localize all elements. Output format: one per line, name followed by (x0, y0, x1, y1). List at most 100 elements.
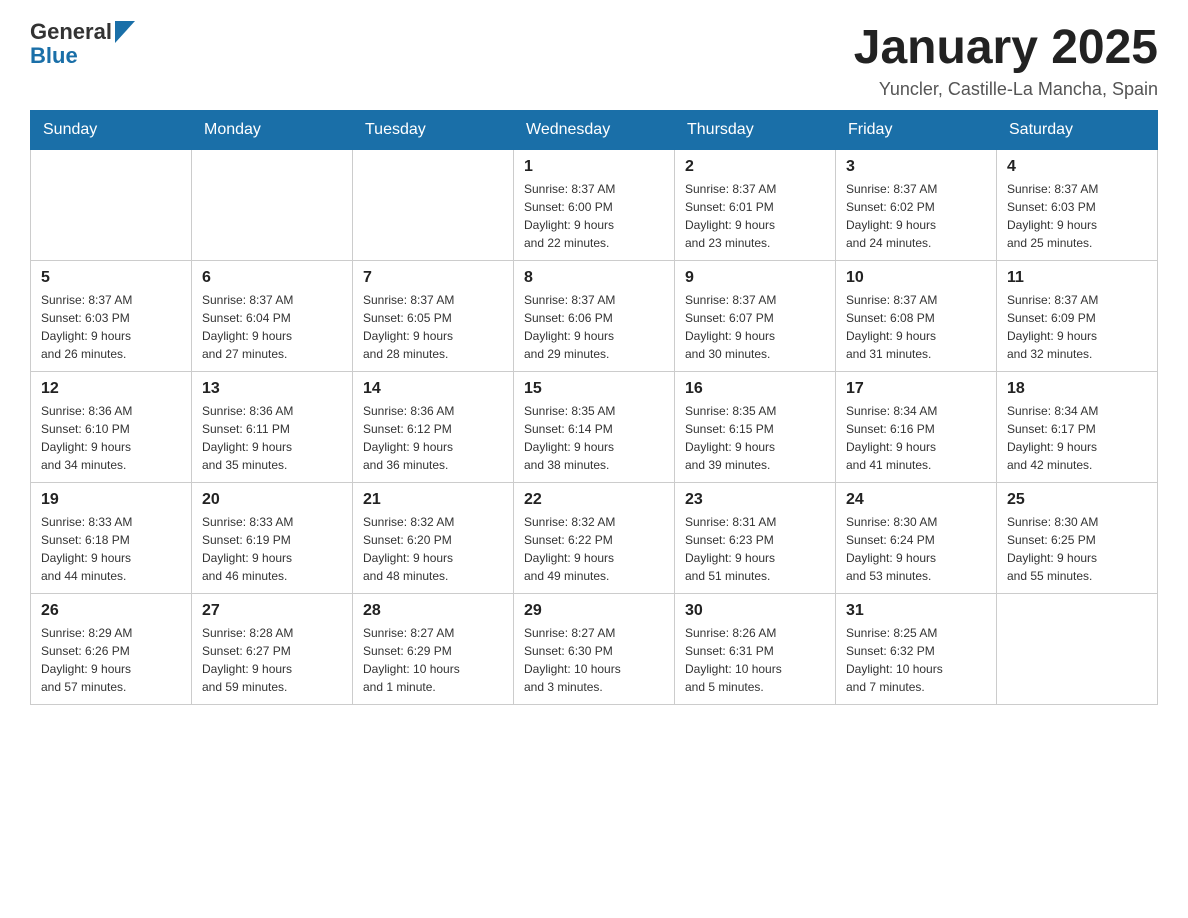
day-number: 6 (202, 269, 342, 287)
day-info: Sunrise: 8:37 AM Sunset: 6:02 PM Dayligh… (846, 180, 986, 252)
calendar-cell: 13 Sunrise: 8:36 AM Sunset: 6:11 PM Dayli… (192, 372, 353, 483)
day-number: 30 (685, 602, 825, 620)
day-info: Sunrise: 8:37 AM Sunset: 6:01 PM Dayligh… (685, 180, 825, 252)
day-number: 14 (363, 380, 503, 398)
day-info: Sunrise: 8:27 AM Sunset: 6:29 PM Dayligh… (363, 624, 503, 696)
day-info: Sunrise: 8:34 AM Sunset: 6:16 PM Dayligh… (846, 402, 986, 474)
day-number: 4 (1007, 158, 1147, 176)
logo-blue: Blue (30, 44, 135, 68)
day-number: 31 (846, 602, 986, 620)
day-number: 22 (524, 491, 664, 509)
day-number: 21 (363, 491, 503, 509)
week-row-3: 12Sunrise: 8:36 AM Sunset: 6:10 PM Dayli… (31, 372, 1158, 483)
day-info: Sunrise: 8:31 AM Sunset: 6:23 PM Dayligh… (685, 513, 825, 585)
calendar-cell: 18Sunrise: 8:34 AM Sunset: 6:17 PM Dayli… (997, 372, 1158, 483)
day-number: 1 (524, 158, 664, 176)
week-row-5: 26 Sunrise: 8:29 AM Sunset: 6:26 PM Dayli… (31, 594, 1158, 705)
day-info: Sunrise: 8:34 AM Sunset: 6:17 PM Dayligh… (1007, 402, 1147, 474)
calendar-cell: 29Sunrise: 8:27 AM Sunset: 6:30 PM Dayli… (514, 594, 675, 705)
calendar-cell: 8 Sunrise: 8:37 AM Sunset: 6:06 PM Daylig… (514, 261, 675, 372)
day-info: Sunrise: 8:36 AM Sunset: 6:12 PM Dayligh… (363, 402, 503, 474)
week-row-2: 5 Sunrise: 8:37 AM Sunset: 6:03 PM Daylig… (31, 261, 1158, 372)
day-number: 11 (1007, 269, 1147, 287)
day-info: Sunrise: 8:32 AM Sunset: 6:20 PM Dayligh… (363, 513, 503, 585)
calendar-cell (31, 150, 192, 261)
calendar-cell: 22Sunrise: 8:32 AM Sunset: 6:22 PM Dayli… (514, 483, 675, 594)
day-number: 2 (685, 158, 825, 176)
week-row-4: 19 Sunrise: 8:33 AM Sunset: 6:18 PM Dayli… (31, 483, 1158, 594)
title-section: January 2025 Yuncler, Castille-La Mancha… (854, 20, 1158, 100)
day-info: Sunrise: 8:27 AM Sunset: 6:30 PM Dayligh… (524, 624, 664, 696)
calendar-cell: 19 Sunrise: 8:33 AM Sunset: 6:18 PM Dayli… (31, 483, 192, 594)
day-info: Sunrise: 8:37 AM Sunset: 6:00 PM Dayligh… (524, 180, 664, 252)
day-number: 8 (524, 269, 664, 287)
calendar-cell: 28 Sunrise: 8:27 AM Sunset: 6:29 PM Dayli… (353, 594, 514, 705)
day-number: 12 (41, 380, 181, 398)
logo: General Blue (30, 20, 135, 68)
calendar-cell: 1 Sunrise: 8:37 AM Sunset: 6:00 PM Daylig… (514, 150, 675, 261)
day-number: 20 (202, 491, 342, 509)
day-number: 7 (363, 269, 503, 287)
calendar-cell: 16 Sunrise: 8:35 AM Sunset: 6:15 PM Dayli… (675, 372, 836, 483)
calendar-cell: 11 Sunrise: 8:37 AM Sunset: 6:09 PM Dayli… (997, 261, 1158, 372)
calendar-title: January 2025 (854, 20, 1158, 75)
day-number: 23 (685, 491, 825, 509)
calendar-cell: 3 Sunrise: 8:37 AM Sunset: 6:02 PM Daylig… (836, 150, 997, 261)
day-number: 9 (685, 269, 825, 287)
day-info: Sunrise: 8:36 AM Sunset: 6:11 PM Dayligh… (202, 402, 342, 474)
day-info: Sunrise: 8:37 AM Sunset: 6:03 PM Dayligh… (1007, 180, 1147, 252)
day-info: Sunrise: 8:29 AM Sunset: 6:26 PM Dayligh… (41, 624, 181, 696)
day-number: 27 (202, 602, 342, 620)
calendar-cell: 5 Sunrise: 8:37 AM Sunset: 6:03 PM Daylig… (31, 261, 192, 372)
calendar-cell: 25Sunrise: 8:30 AM Sunset: 6:25 PM Dayli… (997, 483, 1158, 594)
calendar-cell: 23 Sunrise: 8:31 AM Sunset: 6:23 PM Dayli… (675, 483, 836, 594)
calendar-cell: 4 Sunrise: 8:37 AM Sunset: 6:03 PM Daylig… (997, 150, 1158, 261)
calendar-cell: 17Sunrise: 8:34 AM Sunset: 6:16 PM Dayli… (836, 372, 997, 483)
day-info: Sunrise: 8:37 AM Sunset: 6:06 PM Dayligh… (524, 291, 664, 363)
day-info: Sunrise: 8:30 AM Sunset: 6:24 PM Dayligh… (846, 513, 986, 585)
day-info: Sunrise: 8:35 AM Sunset: 6:14 PM Dayligh… (524, 402, 664, 474)
day-number: 24 (846, 491, 986, 509)
calendar-cell: 14 Sunrise: 8:36 AM Sunset: 6:12 PM Dayli… (353, 372, 514, 483)
calendar-cell: 2 Sunrise: 8:37 AM Sunset: 6:01 PM Daylig… (675, 150, 836, 261)
day-info: Sunrise: 8:28 AM Sunset: 6:27 PM Dayligh… (202, 624, 342, 696)
day-info: Sunrise: 8:37 AM Sunset: 6:03 PM Dayligh… (41, 291, 181, 363)
calendar-cell: 20 Sunrise: 8:33 AM Sunset: 6:19 PM Dayli… (192, 483, 353, 594)
calendar-cell: 21 Sunrise: 8:32 AM Sunset: 6:20 PM Dayli… (353, 483, 514, 594)
day-number: 5 (41, 269, 181, 287)
day-info: Sunrise: 8:37 AM Sunset: 6:07 PM Dayligh… (685, 291, 825, 363)
header-day-tuesday: Tuesday (353, 111, 514, 150)
header-day-sunday: Sunday (31, 111, 192, 150)
calendar-cell: 12Sunrise: 8:36 AM Sunset: 6:10 PM Dayli… (31, 372, 192, 483)
day-number: 3 (846, 158, 986, 176)
calendar-cell: 24 Sunrise: 8:30 AM Sunset: 6:24 PM Dayli… (836, 483, 997, 594)
header-day-monday: Monday (192, 111, 353, 150)
calendar-cell: 26 Sunrise: 8:29 AM Sunset: 6:26 PM Dayli… (31, 594, 192, 705)
calendar-subtitle: Yuncler, Castille-La Mancha, Spain (854, 79, 1158, 100)
day-number: 28 (363, 602, 503, 620)
day-number: 26 (41, 602, 181, 620)
day-number: 15 (524, 380, 664, 398)
calendar-cell: 30 Sunrise: 8:26 AM Sunset: 6:31 PM Dayli… (675, 594, 836, 705)
logo-general: General (30, 20, 112, 44)
calendar-cell: 27 Sunrise: 8:28 AM Sunset: 6:27 PM Dayli… (192, 594, 353, 705)
header-row: SundayMondayTuesdayWednesdayThursdayFrid… (31, 111, 1158, 150)
logo-triangle-icon (115, 21, 135, 43)
day-info: Sunrise: 8:26 AM Sunset: 6:31 PM Dayligh… (685, 624, 825, 696)
day-info: Sunrise: 8:33 AM Sunset: 6:19 PM Dayligh… (202, 513, 342, 585)
day-info: Sunrise: 8:37 AM Sunset: 6:05 PM Dayligh… (363, 291, 503, 363)
calendar-cell: 6Sunrise: 8:37 AM Sunset: 6:04 PM Daylig… (192, 261, 353, 372)
calendar-cell (353, 150, 514, 261)
calendar-cell: 10 Sunrise: 8:37 AM Sunset: 6:08 PM Dayli… (836, 261, 997, 372)
day-info: Sunrise: 8:35 AM Sunset: 6:15 PM Dayligh… (685, 402, 825, 474)
day-number: 19 (41, 491, 181, 509)
day-number: 16 (685, 380, 825, 398)
day-info: Sunrise: 8:30 AM Sunset: 6:25 PM Dayligh… (1007, 513, 1147, 585)
day-info: Sunrise: 8:37 AM Sunset: 6:08 PM Dayligh… (846, 291, 986, 363)
calendar-cell: 7 Sunrise: 8:37 AM Sunset: 6:05 PM Daylig… (353, 261, 514, 372)
week-row-1: 1 Sunrise: 8:37 AM Sunset: 6:00 PM Daylig… (31, 150, 1158, 261)
day-info: Sunrise: 8:37 AM Sunset: 6:09 PM Dayligh… (1007, 291, 1147, 363)
day-number: 13 (202, 380, 342, 398)
day-info: Sunrise: 8:33 AM Sunset: 6:18 PM Dayligh… (41, 513, 181, 585)
day-number: 10 (846, 269, 986, 287)
